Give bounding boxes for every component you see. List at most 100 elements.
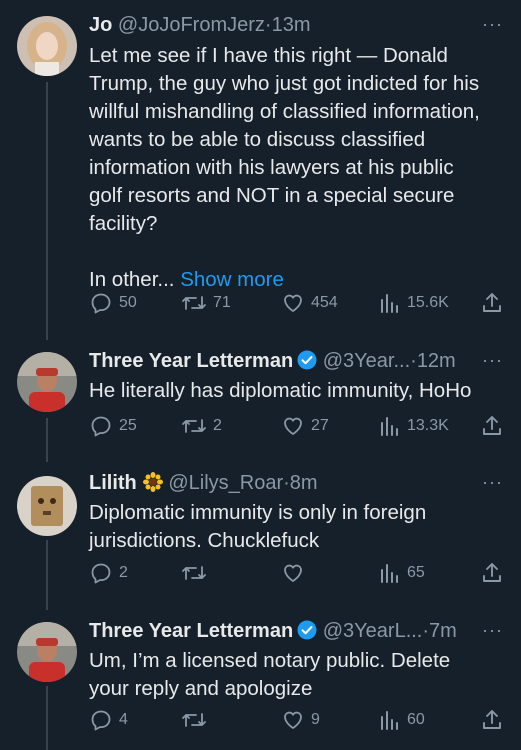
heart-icon: [284, 564, 302, 582]
author-handle[interactable]: @3Year...: [323, 350, 410, 372]
reply-button[interactable]: 2: [89, 561, 128, 585]
separator-dot: ·: [264, 14, 272, 36]
tweet-text-line: Let me see if I have this right — Donald: [89, 44, 448, 67]
reply-count: 4: [119, 711, 128, 728]
share-icon: [483, 710, 501, 729]
more-options-icon[interactable]: ···: [482, 350, 503, 371]
timestamp[interactable]: 13m: [272, 14, 311, 36]
tweet-text-line: Diplomatic immunity is only in foreign: [89, 501, 427, 524]
verified-badge-icon: [297, 620, 317, 640]
tweet-text: Diplomatic immunity is only in foreign j…: [89, 499, 501, 555]
more-options-icon[interactable]: ···: [482, 14, 503, 35]
like-button[interactable]: 27: [281, 414, 329, 438]
author-name[interactable]: Lilith: [89, 472, 137, 494]
tweet-text-line: information with his lawyers at his publ…: [89, 156, 454, 179]
avatar[interactable]: [17, 476, 77, 536]
reply-icon: [91, 563, 111, 584]
views-button[interactable]: 60: [379, 708, 425, 732]
author-name[interactable]: Jo: [89, 14, 112, 36]
heart-icon: [284, 711, 302, 729]
share-icon: [483, 416, 501, 435]
tweet-text: Let me see if I have this right — Donald…: [89, 42, 501, 294]
heart-icon: [284, 417, 302, 435]
tweet[interactable]: Jo @JoJoFromJerz·13m ··· Let me see if I…: [0, 0, 521, 340]
show-more-link[interactable]: Show more: [180, 268, 284, 291]
tweet-text-line: facility?: [89, 212, 158, 235]
tweet-text-tail: In other...: [89, 268, 175, 291]
avatar[interactable]: [17, 622, 77, 682]
tweet-text-line: your reply and apologize: [89, 677, 313, 700]
retweet-icon: [182, 566, 206, 580]
view-count: 65: [407, 564, 425, 581]
reply-button[interactable]: 25: [89, 414, 137, 438]
like-count: 454: [311, 294, 338, 311]
share-button[interactable]: [481, 414, 503, 438]
avatar[interactable]: [17, 352, 77, 412]
verified-badge-icon: [297, 350, 317, 370]
author-handle[interactable]: @3YearL...: [323, 620, 423, 642]
reply-count: 50: [119, 294, 137, 311]
view-count: 13.3K: [407, 417, 449, 434]
tweet[interactable]: Three Year Letterman @3Year...·12m ··· H…: [0, 340, 521, 460]
views-button[interactable]: 13.3K: [379, 414, 449, 438]
tweet-text: Um, I’m a licensed notary public. Delete…: [89, 647, 501, 703]
share-button[interactable]: [481, 561, 503, 585]
tweet-text-line: golf resorts and NOT in a special secure: [89, 184, 455, 207]
separator-dot: ·: [283, 472, 290, 494]
like-button[interactable]: 454: [281, 291, 338, 315]
tweet-text-line: Trump, the guy who just got indicted for…: [89, 72, 480, 95]
avatar[interactable]: [17, 16, 77, 76]
reply-count: 2: [119, 564, 128, 581]
views-icon: [381, 711, 398, 730]
share-button[interactable]: [481, 708, 503, 732]
tweet-text-line: Um, I’m a licensed notary public. Delete: [89, 649, 451, 672]
timestamp[interactable]: 7m: [429, 620, 457, 642]
author-handle[interactable]: @JoJoFromJerz: [118, 14, 265, 36]
tweet[interactable]: Lilith @Lilys_Roar·8m ··· Diplomatic imm…: [0, 460, 521, 610]
tweet-text-line: He literally has diplomatic immunity, Ho…: [89, 379, 472, 402]
reply-icon: [91, 416, 111, 437]
author-name[interactable]: Three Year Letterman: [89, 350, 293, 372]
retweet-button[interactable]: [181, 561, 213, 585]
more-options-icon[interactable]: ···: [482, 472, 503, 493]
retweet-icon: [182, 419, 206, 433]
like-count: 27: [311, 417, 329, 434]
views-icon: [381, 564, 398, 583]
author-handle[interactable]: @Lilys_Roar: [168, 472, 283, 494]
retweet-button[interactable]: 2: [181, 414, 222, 438]
separator-dot: ·: [410, 350, 417, 372]
share-icon: [483, 563, 501, 582]
reply-button[interactable]: 4: [89, 708, 128, 732]
tweet-text-line: willful mishandling of classified inform…: [89, 100, 480, 123]
retweet-count: 71: [213, 294, 231, 311]
retweet-button[interactable]: [181, 708, 213, 732]
share-icon: [483, 293, 501, 312]
timestamp[interactable]: 8m: [290, 472, 318, 494]
views-button[interactable]: 65: [379, 561, 425, 585]
views-icon: [381, 417, 398, 436]
view-count: 15.6K: [407, 294, 449, 311]
sunflower-icon: [142, 472, 163, 498]
author-name[interactable]: Three Year Letterman: [89, 620, 293, 642]
more-options-icon[interactable]: ···: [482, 620, 503, 641]
reply-button[interactable]: 50: [89, 291, 137, 315]
reply-icon: [91, 293, 111, 314]
tweet[interactable]: Three Year Letterman @3YearL...·7m ··· U…: [0, 610, 521, 750]
tweet-text-line: jurisdictions. Chucklefuck: [89, 529, 320, 552]
like-button[interactable]: [281, 561, 311, 585]
reply-count: 25: [119, 417, 137, 434]
view-count: 60: [407, 711, 425, 728]
retweet-count: 2: [213, 417, 222, 434]
views-icon: [381, 294, 398, 313]
timestamp[interactable]: 12m: [417, 350, 456, 372]
tweet-text-line: wants to be able to discuss classified: [89, 128, 426, 151]
retweet-icon: [182, 296, 206, 310]
views-button[interactable]: 15.6K: [379, 291, 449, 315]
retweet-icon: [182, 713, 206, 727]
retweet-button[interactable]: 71: [181, 291, 231, 315]
like-button[interactable]: 9: [281, 708, 320, 732]
like-count: 9: [311, 711, 320, 728]
share-button[interactable]: [481, 291, 503, 315]
reply-icon: [91, 710, 111, 731]
tweet-text: He literally has diplomatic immunity, Ho…: [89, 377, 501, 405]
